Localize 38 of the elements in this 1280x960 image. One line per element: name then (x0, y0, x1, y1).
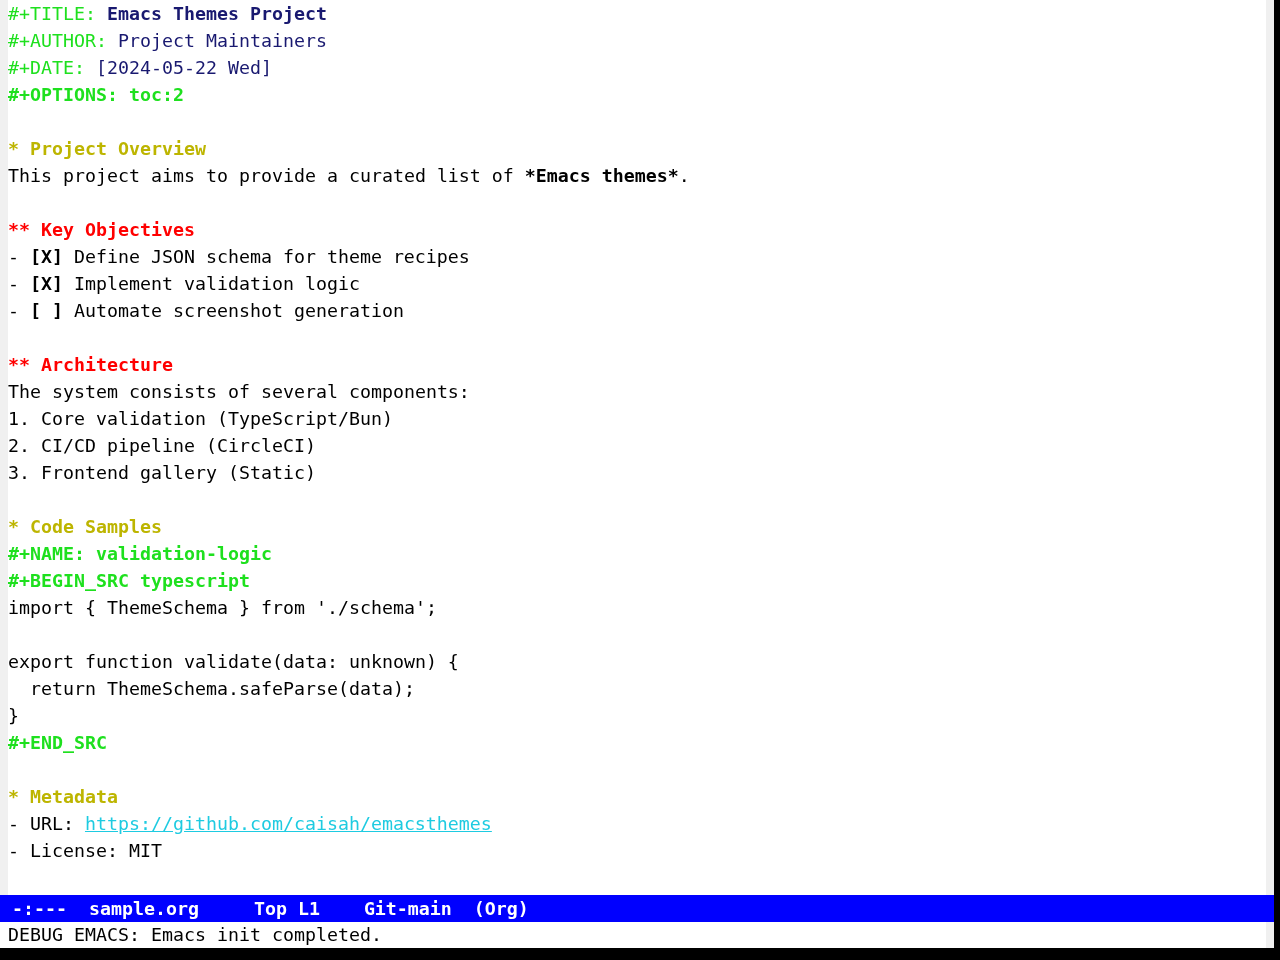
checklist-item: - [X] Define JSON schema for theme recipes (8, 246, 470, 267)
code-line: } (8, 705, 19, 726)
keyword-label: #+OPTIONS: (8, 84, 118, 105)
text-line: 1. Core validation (TypeScript/Bun) (8, 408, 393, 429)
block-directive: #+BEGIN_SRC typescript (8, 570, 250, 591)
keyword-value: toc:2 (128, 84, 184, 105)
text-line: 3. Frontend gallery (Static) (8, 462, 316, 483)
outline-heading[interactable]: ** Architecture (8, 354, 173, 375)
major-mode: (Org) (473, 897, 529, 921)
outline-heading[interactable]: * Project Overview (8, 138, 206, 159)
paragraph-text: This project aims to provide a curated list of *Emacs themes*. (8, 165, 690, 186)
text-line: The system consists of several components: (8, 381, 470, 402)
buffer-position: Top L1 (253, 897, 320, 921)
block-directive: #+END_SRC (8, 732, 107, 753)
keyword-label: #+DATE: (8, 57, 85, 78)
text-line: - License: MIT (8, 840, 162, 861)
checklist-item: - [ ] Automate screenshot generation (8, 300, 404, 321)
outline-heading[interactable]: ** Key Objectives (8, 219, 195, 240)
code-line: import { ThemeSchema } from './schema'; (8, 597, 437, 618)
keyword-label: #+TITLE: (8, 3, 96, 24)
buffer-status: -:--- (12, 897, 67, 921)
keyword-label: #+AUTHOR: (8, 30, 107, 51)
block-directive: #+NAME: validation-logic (8, 543, 272, 564)
checklist-item: - [X] Implement validation logic (8, 273, 360, 294)
text-line: 2. CI/CD pipeline (CircleCI) (8, 435, 316, 456)
keyword-value: Project Maintainers (117, 30, 327, 51)
outline-heading[interactable]: * Metadata (8, 786, 118, 807)
code-line: return ThemeSchema.safeParse(data); (29, 678, 415, 699)
right-fringe (1266, 922, 1274, 948)
vc-branch: Git-main (363, 897, 452, 921)
list-item-label: - URL: (8, 813, 74, 834)
buffer-name: sample.org (88, 897, 199, 921)
document-title: Emacs Themes Project (106, 3, 327, 24)
url-link[interactable]: https://github.com/caisah/emacsthemes (84, 813, 492, 834)
echo-area-message: DEBUG EMACS: Emacs init completed. (7, 923, 383, 947)
outline-heading[interactable]: * Code Samples (8, 516, 162, 537)
keyword-value: [2024-05-22 Wed] (95, 57, 272, 78)
code-line: export function validate(data: unknown) { (8, 651, 459, 672)
